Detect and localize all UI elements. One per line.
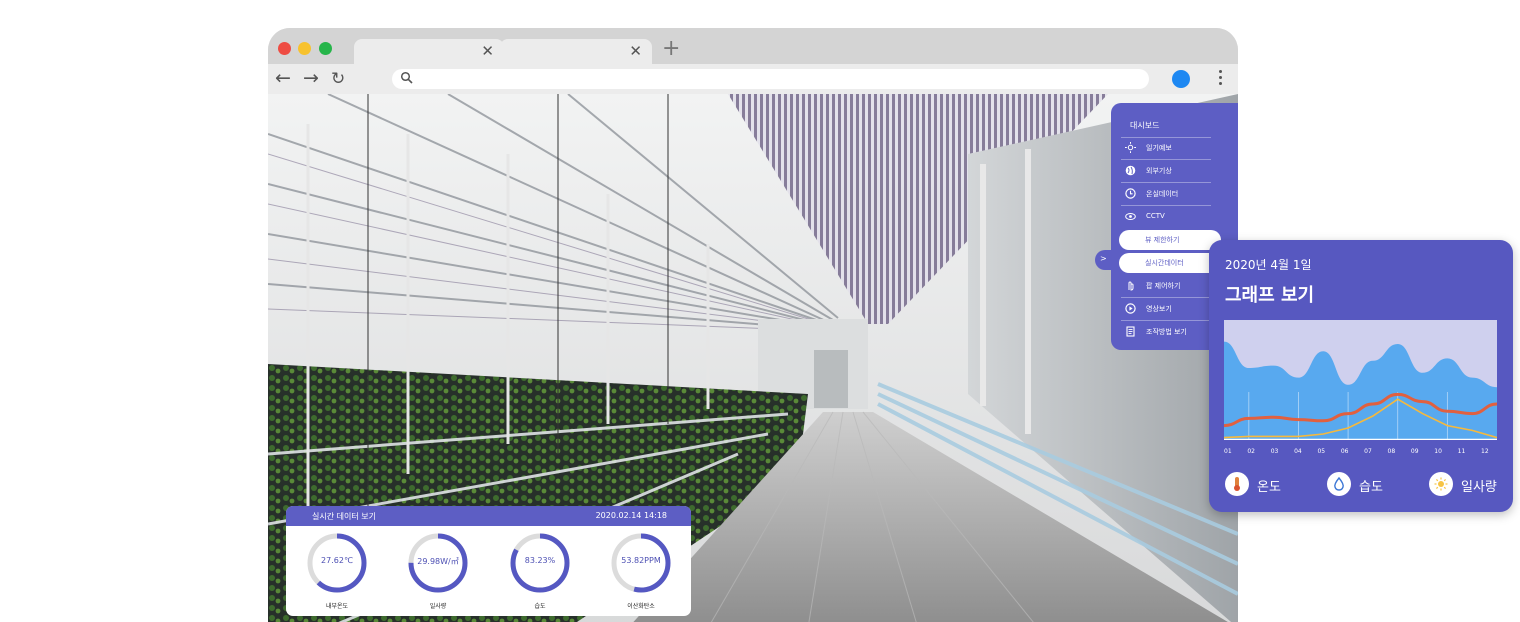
clock-icon [1125,188,1136,199]
gauge-value: 27.62℃ [321,556,353,565]
x-tick-label: 02 [1247,448,1255,455]
close-icon[interactable]: ✕ [629,40,642,62]
minimize-window-button[interactable] [298,42,311,55]
menu-item-label: 일기예보 [1146,144,1172,152]
eye-icon [1125,213,1136,220]
x-tick-label: 07 [1364,448,1372,455]
x-tick-label: 05 [1317,448,1326,455]
x-tick-label: 09 [1410,448,1419,455]
gauge-internal-temperature: 27.62℃ 내부온도 [305,531,369,611]
gauge-humidity: 83.23% 습도 [508,531,572,611]
sensor-panel-title: 실시간 데이터 보기 [312,512,376,521]
play-icon [1125,303,1136,314]
browser-toolbar: ← → ↻ [268,64,1238,94]
x-tick-label: 04 [1294,448,1302,455]
graph-title: 그래프 보기 [1225,285,1315,306]
greenhouse-viewport: 대시보드 일기예보 외부기상 온실데이터 CCTV 뷰 제한하기 실시간데이터 … [268,94,1238,622]
search-icon [400,71,413,84]
menu-title: 대시보드 [1130,121,1160,130]
x-tick-label: 01 [1224,448,1232,455]
x-tick-label: 06 [1340,448,1349,455]
x-tick-label: 12 [1481,448,1489,455]
droplet-icon [1327,472,1351,496]
gauge-label: 습도 [534,603,546,610]
divider [1121,205,1211,206]
browser-window: ✕ ✕ + ← → ↻ 대시보드 일기예보 외부기상 온실데이터 CCTV 뷰 … [268,28,1238,622]
gauge-co2: 53.82PPM 이산화탄소 [609,531,673,611]
document-icon [1126,326,1135,337]
menu-item-label: 팝 제어하기 [1146,282,1181,290]
divider [1121,320,1211,321]
legend-label: 습도 [1359,480,1383,495]
gauge-label: 이산화탄소 [627,603,655,610]
realtime-sensor-panel: 실시간 데이터 보기 2020.02.14 14:18 27.62℃ 내부온도 … [286,506,691,616]
divider [1121,297,1211,298]
sun-icon [1125,142,1136,153]
menu-item-greenhouse-data[interactable]: 온실데이터 [1121,184,1223,204]
gauge-label: 내부온도 [325,603,349,610]
gauge-value: 83.23% [524,556,556,565]
sensor-panel-timestamp: 2020.02.14 14:18 [595,511,667,520]
x-tick-label: 11 [1457,448,1466,455]
legend-label: 일사량 [1461,480,1497,495]
thermometer-icon [1225,472,1249,496]
gauge-value: 53.82PPM [621,556,661,565]
legend-label: 온도 [1257,480,1281,495]
x-tick-label: 10 [1434,448,1442,455]
gauge-label: 일사량 [429,603,447,610]
menu-toggle-tab[interactable]: > [1095,250,1113,270]
area-chart [1224,320,1497,440]
menu-item-limit-view[interactable]: 뷰 제한하기 [1119,230,1221,250]
menu-item-weather-forecast[interactable]: 일기예보 [1121,138,1223,158]
menu-item-label: 온실데이터 [1146,190,1179,198]
menu-item-label: 외부기상 [1146,167,1172,175]
menu-item-label: CCTV [1146,212,1165,220]
x-tick-label: 08 [1387,448,1396,455]
menu-item-label: 영상보기 [1146,305,1172,313]
browser-tab[interactable]: ✕ [354,39,504,64]
hand-icon [1128,281,1134,291]
menu-item-pop-control[interactable]: 팝 제어하기 [1121,276,1223,296]
close-window-button[interactable] [278,42,291,55]
graph-date: 2020년 4월 1일 [1225,258,1312,272]
profile-avatar[interactable] [1172,70,1190,88]
menu-item-external-weather[interactable]: 외부기상 [1121,161,1223,181]
sensor-panel-header: 실시간 데이터 보기 2020.02.14 14:18 [286,506,691,526]
chevron-right-icon: > [1100,254,1107,263]
close-icon[interactable]: ✕ [481,40,494,62]
sun-icon [1429,472,1453,496]
globe-icon [1125,165,1136,176]
browser-tab[interactable]: ✕ [500,39,652,64]
menu-item-realtime-data[interactable]: 실시간데이터 [1119,253,1221,273]
menu-item-label: 조작방법 보기 [1146,328,1187,336]
menu-item-how-to[interactable]: 조작방법 보기 [1121,322,1223,342]
address-bar[interactable] [392,69,1149,89]
new-tab-icon[interactable]: + [662,36,680,62]
divider [1121,159,1211,160]
menu-item-label: 뷰 제한하기 [1145,236,1180,244]
more-menu-icon[interactable] [1219,70,1223,88]
menu-item-cctv[interactable]: CCTV [1121,207,1223,227]
menu-item-video[interactable]: 영상보기 [1121,299,1223,319]
tab-bar: ✕ ✕ + [268,28,1238,64]
gauge-solar-radiation: 29.98W/㎡ 일사량 [406,531,470,611]
gauge-value: 29.98W/㎡ [417,557,459,566]
reload-icon[interactable]: ↻ [331,68,345,90]
graph-card: 2020년 4월 1일 그래프 보기 온도 습도 일사량 01 02 03 04 05 0… [1209,240,1513,512]
forward-arrow-icon[interactable]: → [303,67,319,89]
back-arrow-icon[interactable]: ← [275,67,291,89]
maximize-window-button[interactable] [319,42,332,55]
menu-item-label: 실시간데이터 [1145,259,1184,267]
divider [1121,182,1211,183]
x-tick-label: 03 [1270,448,1279,455]
